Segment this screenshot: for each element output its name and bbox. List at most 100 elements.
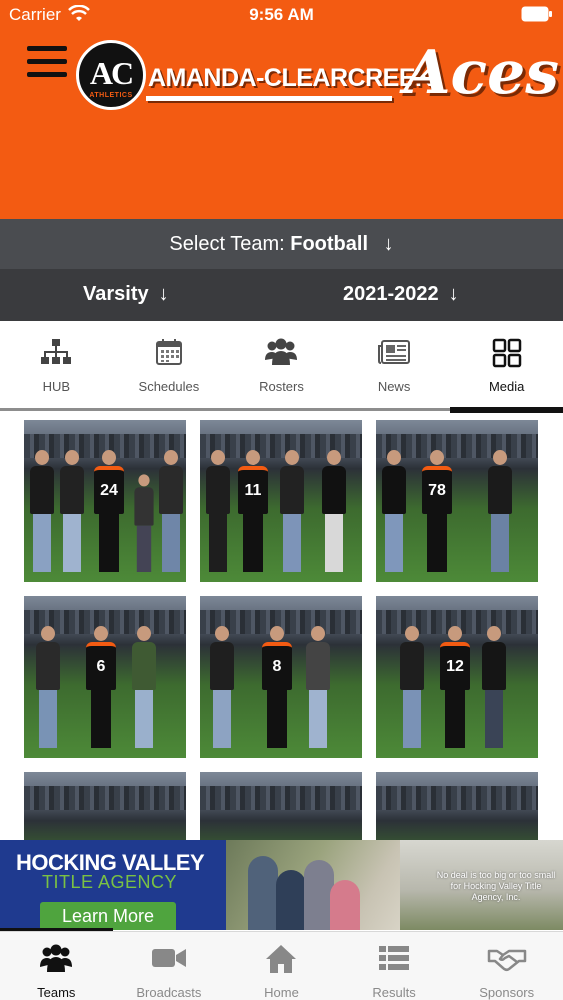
tab-media-label: Media (488, 379, 525, 394)
team-selector[interactable]: Select Team: Football ↓ (0, 219, 563, 269)
photo-thumbnail[interactable]: 78 (376, 420, 538, 582)
nav-home[interactable]: Home (225, 932, 338, 1000)
list-icon (379, 946, 410, 970)
sponsor-ad-banner[interactable]: HOCKING VALLEY TITLE AGENCY Learn More N… (0, 840, 563, 930)
handshake-icon (487, 949, 526, 972)
photo-person (488, 450, 512, 572)
menu-button[interactable] (27, 46, 67, 80)
learn-more-button[interactable]: Learn More (40, 902, 176, 930)
clock: 9:56 AM (249, 5, 314, 24)
nav-broadcasts-label: Broadcasts (136, 985, 202, 1000)
photo-person (36, 626, 60, 748)
nav-teams[interactable]: Teams (0, 932, 113, 1000)
jersey-number: 12 (446, 658, 464, 675)
team-selector-label: Select Team: (169, 233, 285, 255)
level-selector[interactable]: Varsity ↓ (83, 283, 169, 306)
level-value: Varsity (83, 283, 149, 305)
school-logo: AC ATHLETICS (76, 40, 146, 110)
mascot-wordmark: Aces (404, 38, 560, 108)
people-icon (265, 338, 298, 365)
photo-player: 78 (422, 450, 452, 572)
photo-person (30, 450, 54, 572)
teams-icon (40, 944, 73, 972)
photo-thumbnail[interactable]: 6 (24, 596, 186, 758)
tab-rosters-label: Rosters (259, 379, 304, 394)
nav-results[interactable]: Results (338, 932, 451, 1000)
photo-player: 12 (440, 626, 470, 748)
ad-brand-panel: HOCKING VALLEY TITLE AGENCY Learn More (0, 840, 226, 930)
ad-person (248, 856, 278, 930)
app-header: Carrier 9:56 AM AC ATHLETICS AMANDA-CLEA… (0, 0, 563, 219)
photo-person (400, 626, 424, 748)
photo-thumbnail[interactable]: 25 (200, 772, 362, 840)
photo-thumbnail[interactable]: 12 (376, 596, 538, 758)
team-selector-value: Football (290, 233, 368, 255)
photo-person (206, 450, 230, 572)
photo-thumbnail[interactable]: 17 (376, 772, 538, 840)
photo-thumbnail[interactable]: 24 (24, 420, 186, 582)
season-value: 2021-2022 (343, 283, 439, 305)
video-camera-icon (151, 949, 186, 967)
arrow-down-icon: ↓ (383, 233, 394, 255)
season-selector[interactable]: 2021-2022 ↓ (343, 283, 459, 306)
battery-icon (521, 6, 552, 22)
school-name: AMANDA-CLEARCREEK (148, 64, 433, 92)
photo-person (322, 450, 346, 572)
logo-initials: AC (89, 55, 134, 91)
school-name-underline (146, 96, 392, 101)
menu-line-icon (27, 72, 67, 77)
logo-subtext: ATHLETICS (89, 92, 133, 99)
ad-family-photo (226, 840, 426, 930)
arrow-down-icon: ↓ (158, 283, 169, 305)
photo-person (60, 450, 84, 572)
photo-person (210, 626, 234, 748)
photo-person (382, 450, 406, 572)
photo-person (134, 474, 154, 572)
photo-person (280, 450, 304, 572)
hub-icon (41, 339, 72, 364)
team-tabs: HUB Schedules Rosters News Media (0, 321, 563, 409)
jersey-number: 6 (96, 658, 106, 675)
photo-player: 24 (94, 450, 124, 572)
menu-line-icon (27, 46, 67, 51)
arrow-down-icon: ↓ (448, 283, 459, 305)
calendar-icon (155, 339, 182, 365)
ad-subtitle: TITLE AGENCY (42, 872, 178, 892)
ad-person (276, 870, 306, 930)
jersey-number: 11 (244, 482, 262, 499)
tab-rosters[interactable]: Rosters (225, 321, 338, 409)
nav-sponsors-label: Sponsors (479, 985, 535, 1000)
tab-news-label: News (377, 379, 411, 394)
photo-player: 6 (86, 626, 116, 748)
photo-thumbnail[interactable]: 11 (200, 420, 362, 582)
photo-bleachers (376, 786, 538, 810)
home-icon (266, 945, 297, 973)
status-bar: Carrier 9:56 AM (0, 0, 563, 30)
nav-broadcasts[interactable]: Broadcasts (113, 932, 226, 1000)
bottom-tab-bar: Teams Broadcasts Home Results Sponsors (0, 931, 563, 1000)
ad-tagline: No deal is too big or too small for Hock… (436, 870, 556, 902)
photo-bleachers (200, 786, 362, 810)
photo-person (159, 450, 183, 572)
nav-teams-label: Teams (37, 985, 76, 1000)
tab-media[interactable]: Media (450, 321, 563, 409)
nav-sponsors[interactable]: Sponsors (450, 932, 563, 1000)
filter-bar: Varsity ↓ 2021-2022 ↓ (0, 269, 563, 321)
jersey-number: 24 (100, 482, 118, 499)
jersey-number: 8 (272, 658, 282, 675)
photo-bleachers (24, 786, 186, 810)
photo-thumbnail[interactable]: 8 (200, 596, 362, 758)
ad-person (330, 880, 360, 930)
newspaper-icon (378, 340, 411, 364)
jersey-number: 78 (428, 482, 446, 499)
tab-news[interactable]: News (338, 321, 451, 409)
nav-results-label: Results (372, 985, 416, 1000)
media-photo-grid: 24 11 78 6 8 12 27 (0, 413, 563, 840)
photo-person (132, 626, 156, 748)
tab-hub[interactable]: HUB (0, 321, 113, 409)
tab-hub-label: HUB (42, 379, 71, 394)
tab-schedules-label: Schedules (138, 379, 200, 394)
photo-player: 11 (238, 450, 268, 572)
tab-schedules[interactable]: Schedules (113, 321, 226, 409)
photo-thumbnail[interactable]: 27 (24, 772, 186, 840)
